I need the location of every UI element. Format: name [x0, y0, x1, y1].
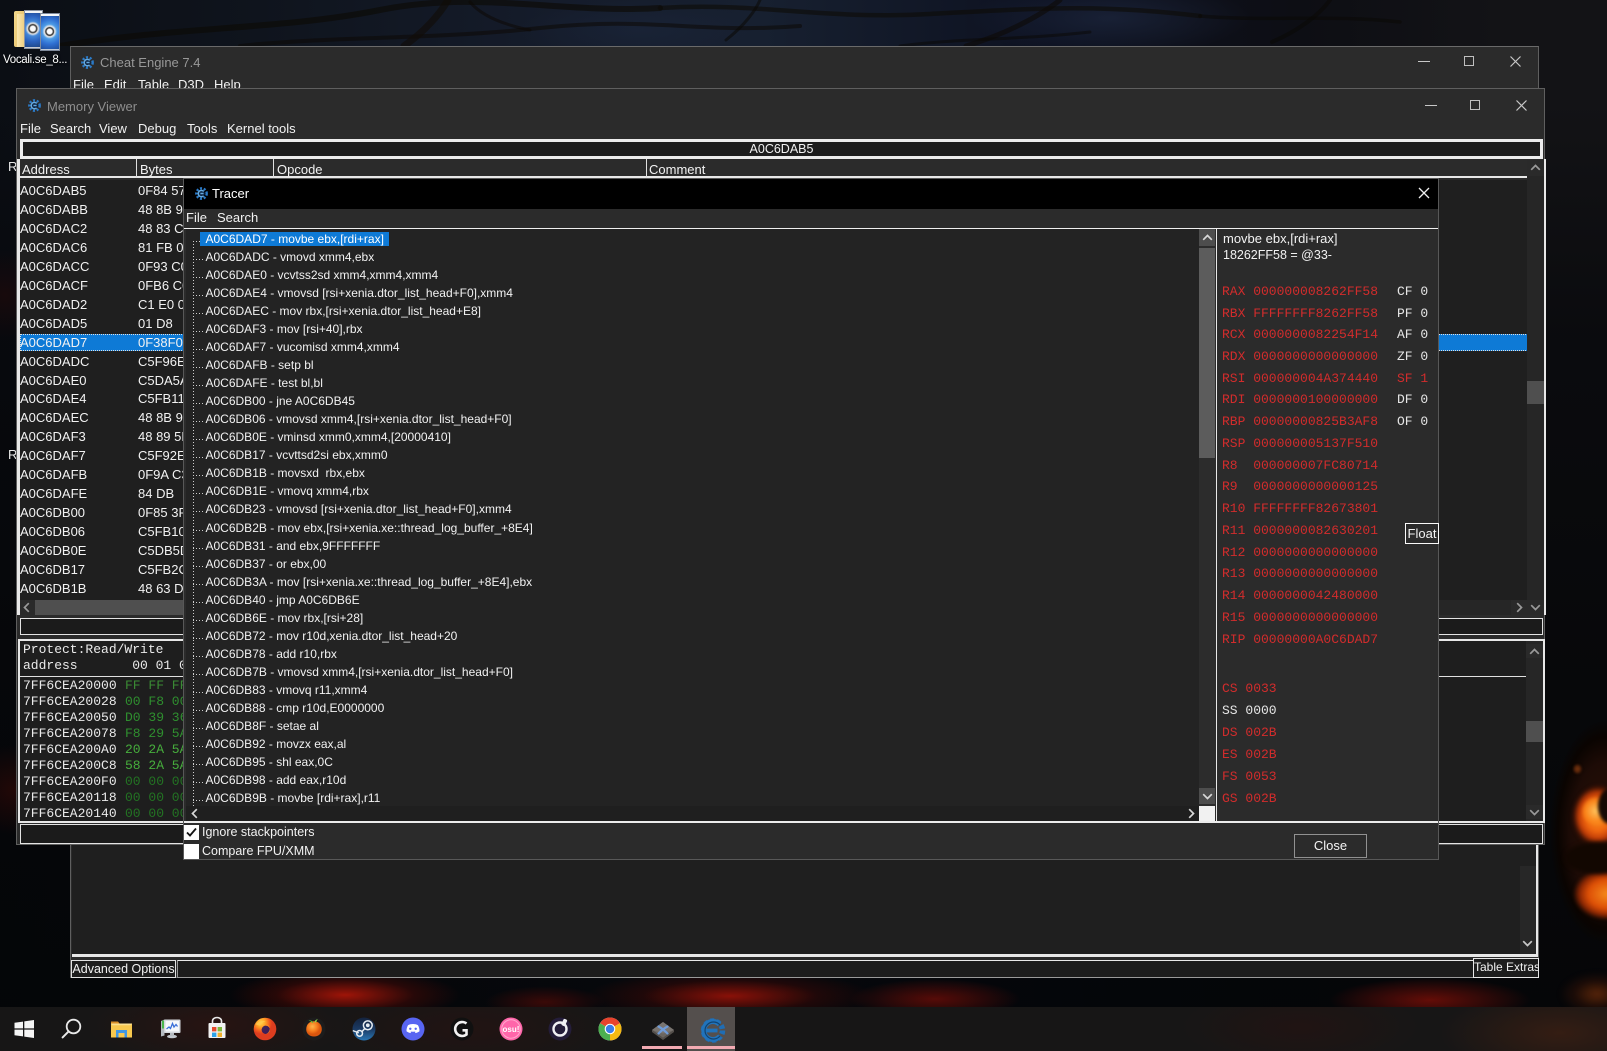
svg-text:osu!: osu!	[503, 1025, 520, 1034]
